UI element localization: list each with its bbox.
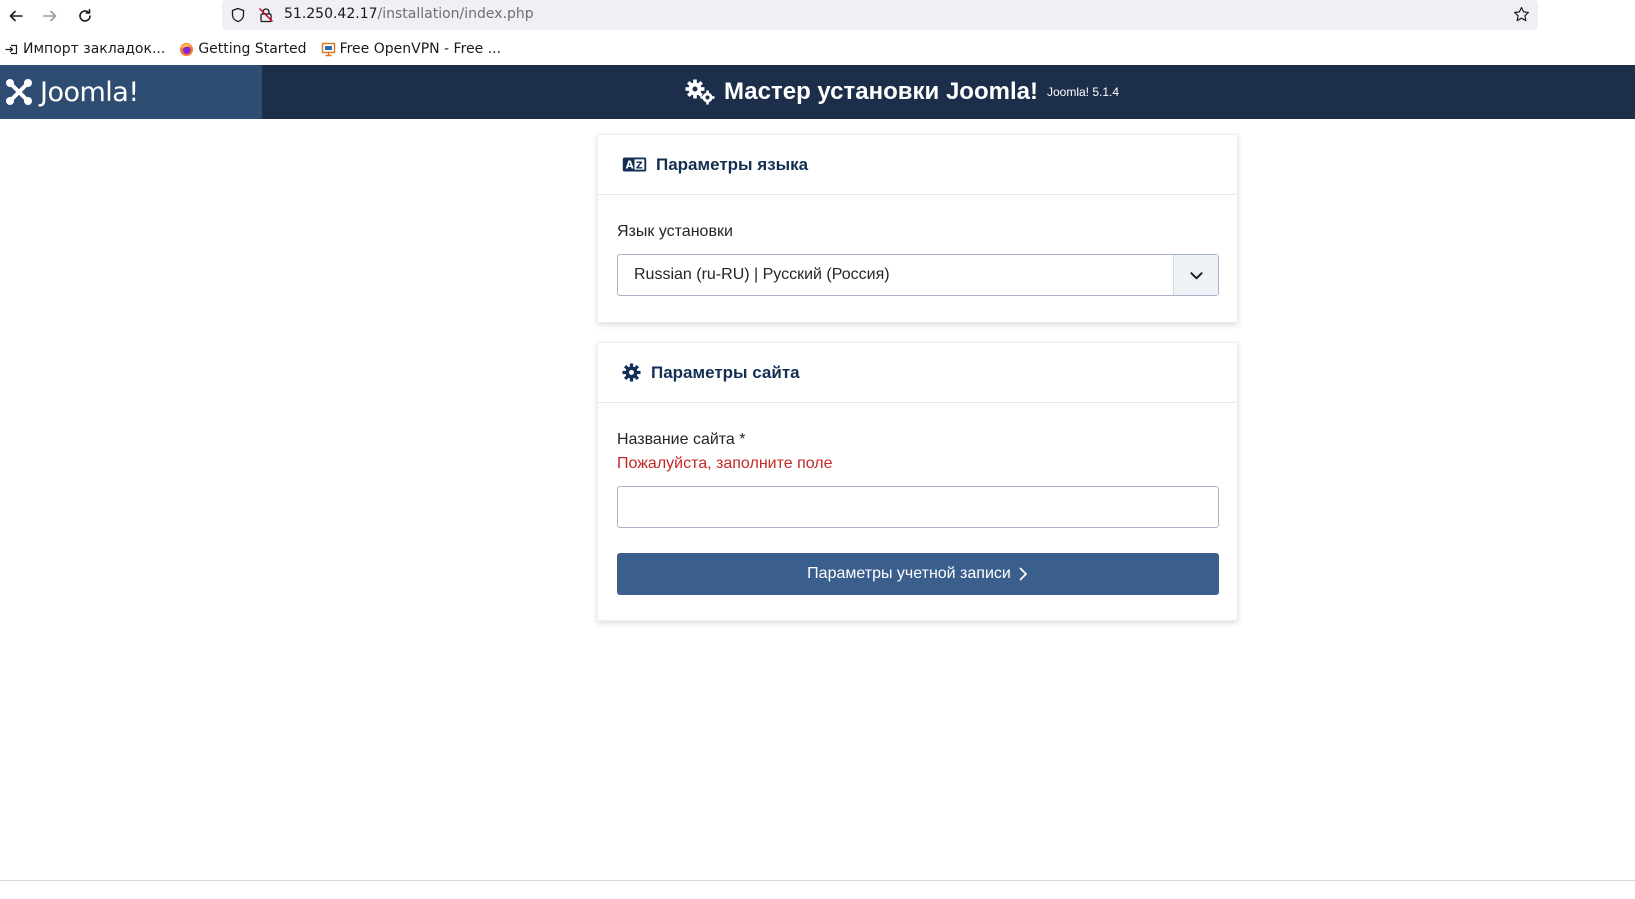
account-settings-button[interactable]: Параметры учетной записи — [617, 553, 1219, 595]
bookmark-label: Импорт закладок... — [23, 41, 166, 57]
reload-button[interactable] — [73, 4, 97, 28]
site-card-title: Параметры сайта — [651, 362, 800, 382]
bookmark-getting-started[interactable]: Getting Started — [175, 37, 310, 61]
language-settings-card: AZ Параметры языка Язык установки Russia… — [597, 134, 1238, 323]
back-button[interactable] — [4, 4, 28, 28]
svg-text:A: A — [626, 159, 634, 171]
url-bar[interactable]: 51.250.42.17/installation/index.php — [222, 0, 1538, 30]
selected-language: Russian (ru-RU) | Русский (Россия) — [634, 266, 890, 283]
joomla-version: Joomla! 5.1.4 — [1046, 85, 1120, 99]
account-settings-button-label: Параметры учетной записи — [807, 565, 1011, 582]
joomla-logo: Joomla! — [0, 65, 262, 119]
joomla-logo-icon — [6, 79, 32, 105]
installation-language-label: Язык установки — [617, 223, 733, 240]
url-path: /installation/index.php — [377, 6, 534, 22]
svg-text:Z: Z — [636, 160, 643, 171]
select-arrow[interactable] — [1173, 255, 1218, 295]
import-icon — [5, 44, 18, 54]
arrow-right-icon — [43, 10, 57, 22]
site-name-error: Пожалуйста, заполните поле — [617, 455, 833, 472]
forward-button[interactable] — [38, 4, 62, 28]
site-name-label: Название сайта * — [617, 431, 746, 448]
page-bottom-divider — [0, 880, 1635, 881]
bookmark-import[interactable]: Импорт закладок... — [0, 37, 169, 61]
language-card-title: Параметры языка — [656, 154, 809, 174]
firefox-icon — [180, 42, 194, 56]
browser-toolbar: 51.250.42.17/installation/index.php — [0, 0, 1635, 31]
installer-title: Мастер установки Joomla! — [724, 78, 1038, 105]
bookmark-label: Getting Started — [198, 41, 307, 57]
openvpn-icon — [321, 42, 335, 56]
site-card-header: Параметры сайта — [598, 343, 1237, 403]
installer-title-group: Мастер установки Joomla! Joomla! 5.1.4 — [684, 75, 1119, 109]
cog-icon — [622, 363, 643, 383]
bookmark-star-icon[interactable] — [1513, 6, 1530, 23]
joomla-logo-text: Joomla! — [40, 76, 139, 108]
language-card-header: AZ Параметры языка — [598, 135, 1237, 195]
arrow-left-icon — [9, 10, 23, 22]
url-host: 51.250.42.17 — [284, 6, 378, 22]
reload-icon — [79, 9, 91, 22]
shield-icon[interactable] — [230, 7, 246, 23]
url-text[interactable]: 51.250.42.17/installation/index.php — [284, 6, 534, 22]
bookmark-label: Free OpenVPN - Free ... — [339, 41, 502, 57]
bookmarks-bar: Импорт закладок... Getting Started Free … — [0, 36, 1635, 62]
chevron-right-icon — [1019, 567, 1027, 581]
insecure-lock-icon[interactable] — [258, 7, 274, 23]
site-name-input[interactable] — [617, 486, 1219, 528]
chevron-down-icon — [1189, 271, 1203, 279]
installer-header: Joomla! Мастер установки Joomla! Joomla!… — [0, 65, 1635, 119]
cogs-icon — [685, 79, 715, 105]
language-icon: AZ — [622, 155, 648, 175]
site-settings-card: Параметры сайта Название сайта * Пожалуй… — [597, 342, 1238, 621]
bookmark-openvpn[interactable]: Free OpenVPN - Free ... — [317, 37, 506, 61]
installation-language-select[interactable]: Russian (ru-RU) | Русский (Россия) — [617, 254, 1219, 296]
